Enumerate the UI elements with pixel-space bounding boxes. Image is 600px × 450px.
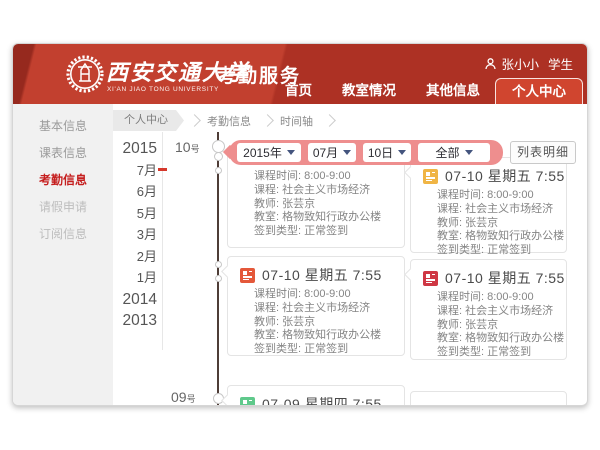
timeline-month-5月[interactable]: 5月	[113, 203, 161, 225]
card-field-签到类型: 签到类型: 正常签到	[437, 346, 566, 360]
timeline-year-2013[interactable]: 2013	[113, 310, 161, 332]
breadcrumb-chevron-icon	[261, 114, 274, 127]
page-background: 西安交通大学 XI'AN JIAO TONG UNIVERSITY 考勤服务 张…	[0, 0, 600, 450]
card-field-教室: 教室: 格物致知行政办公楼	[437, 230, 566, 244]
timeline-month-6月[interactable]: 6月	[113, 181, 161, 203]
card-field-课程: 课程: 社会主义市场经济	[437, 203, 566, 217]
timeline-node-icon	[215, 167, 222, 174]
main-nav: 首页教室情况其他信息个人中心	[270, 77, 583, 104]
card-field-教师: 教师: 张芸京	[254, 198, 404, 212]
timeline-node-icon	[215, 275, 222, 282]
timeline-year-2015[interactable]: 2015	[113, 138, 161, 160]
card-fields: 课程时间: 8:00-9:00课程: 社会主义市场经济教师: 张芸京教室: 格物…	[411, 291, 566, 360]
card-field-课程时间: 课程时间: 8:00-9:00	[437, 291, 566, 305]
current-month-indicator	[158, 168, 167, 171]
breadcrumb-chevron-icon	[323, 114, 336, 127]
university-logo-icon	[66, 55, 104, 93]
timeline-node-icon	[214, 152, 223, 161]
list-detail-button[interactable]: 列表明细	[510, 141, 576, 164]
signin-type-icon	[423, 271, 438, 286]
user-menu[interactable]: 张小小 学生	[485, 54, 573, 73]
card-date: 07-10 星期五 7:55	[262, 265, 382, 285]
sidebar-item-请假申请[interactable]: 请假申请	[13, 194, 113, 221]
card-field-教师: 教师: 张芸京	[437, 319, 566, 333]
sidebar-items: 基本信息课表信息考勤信息请假申请订阅信息	[13, 104, 113, 248]
attendance-card: 07-10 星期五 7:55 课程时间: 8:00-9:00课程: 社会主义市场经…	[227, 256, 405, 356]
sidebar-item-考勤信息[interactable]: 考勤信息	[13, 167, 113, 194]
sidebar-item-课表信息[interactable]: 课表信息	[13, 140, 113, 167]
breadcrumb: 个人中心 考勤信息 时间轴	[113, 110, 336, 131]
nav-item-其他信息[interactable]: 其他信息	[411, 78, 495, 104]
timeline-month-1月[interactable]: 1月	[113, 267, 161, 289]
card-fields: 课程时间: 8:00-9:00课程: 社会主义市场经济教师: 张芸京教室: 格物…	[411, 189, 566, 258]
card-field-签到类型: 签到类型: 正常签到	[254, 343, 404, 357]
day-marker-10: 10号	[175, 139, 200, 155]
attendance-card: 07-10 星期五 7:55 课程时间: 8:00-9:00课程: 社会主义市场经…	[410, 157, 567, 253]
university-name-en: XI'AN JIAO TONG UNIVERSITY	[107, 86, 219, 93]
chevron-down-icon	[465, 150, 473, 155]
card-header: 07-10 星期五 7:55	[411, 260, 566, 291]
app-header: 西安交通大学 XI'AN JIAO TONG UNIVERSITY 考勤服务 张…	[13, 44, 588, 104]
app-window: 西安交通大学 XI'AN JIAO TONG UNIVERSITY 考勤服务 张…	[12, 43, 588, 406]
timeline-node-icon	[215, 261, 222, 268]
timeline-month-3月[interactable]: 3月	[113, 224, 161, 246]
card-date: 07-09 星期四 7:55	[262, 394, 382, 406]
user-name: 张小小	[501, 54, 539, 73]
nav-item-教室情况[interactable]: 教室情况	[327, 78, 411, 104]
attendance-card	[410, 391, 567, 406]
card-field-课程时间: 课程时间: 8:00-9:00	[254, 170, 404, 184]
day-marker-09: 09号	[171, 389, 196, 405]
card-field-教室: 教室: 格物致知行政办公楼	[437, 332, 566, 346]
card-field-课程时间: 课程时间: 8:00-9:00	[437, 189, 566, 203]
card-field-教室: 教室: 格物致知行政办公楼	[254, 211, 404, 225]
filter-dropdown-year[interactable]: 2015年	[237, 143, 301, 162]
card-field-课程: 课程: 社会主义市场经济	[437, 305, 566, 319]
person-icon	[485, 58, 496, 70]
card-date: 07-10 星期五 7:55	[445, 268, 565, 288]
card-field-教师: 教师: 张芸京	[254, 316, 404, 330]
filter-dropdown-type[interactable]: 全部	[418, 143, 490, 162]
nav-item-首页[interactable]: 首页	[270, 78, 327, 104]
card-field-课程: 课程: 社会主义市场经济	[254, 302, 404, 316]
chevron-down-icon	[287, 150, 295, 155]
signin-type-icon	[240, 397, 255, 407]
chevron-down-icon	[343, 150, 351, 155]
timeline-month-scale: 20157月6月5月3月2月1月20142013	[113, 138, 161, 332]
timeline-year-2014[interactable]: 2014	[113, 289, 161, 311]
filter-dropdown-day[interactable]: 10日	[363, 143, 411, 162]
sidebar-item-订阅信息[interactable]: 订阅信息	[13, 221, 113, 248]
filter-bar: 2015年 07月 10日全部	[229, 140, 503, 165]
user-role: 学生	[548, 54, 573, 73]
card-date: 07-10 星期五 7:55	[445, 166, 565, 186]
attendance-card: 07-10 星期五 7:55 课程时间: 8:00-9:00课程: 社会主义市场经…	[410, 259, 567, 360]
card-header: 07-10 星期五 7:55	[228, 257, 404, 288]
card-header: 07-09 星期四 7:55	[228, 386, 404, 406]
timeline-month-2月[interactable]: 2月	[113, 246, 161, 268]
card-field-教室: 教室: 格物致知行政办公楼	[254, 329, 404, 343]
sidebar-item-基本信息[interactable]: 基本信息	[13, 113, 113, 140]
card-field-签到类型: 签到类型: 正常签到	[254, 225, 404, 239]
sidebar: 基本信息课表信息考勤信息请假申请订阅信息	[13, 104, 113, 406]
filter-dropdown-month[interactable]: 07月	[308, 143, 356, 162]
card-field-签到类型: 签到类型: 正常签到	[437, 244, 566, 258]
card-fields: 课程时间: 8:00-9:00课程: 社会主义市场经济教师: 张芸京教室: 格物…	[228, 288, 404, 357]
attendance-card: 07-09 星期四 7:55课程时间: 8:00-9:00课程: 社会主义市场经…	[227, 385, 405, 406]
timeline-month-7月[interactable]: 7月	[113, 160, 161, 182]
breadcrumb-chevron-icon	[188, 114, 201, 127]
card-field-课程时间: 课程时间: 8:00-9:00	[254, 288, 404, 302]
breadcrumb-item-考勤信息[interactable]: 考勤信息	[201, 113, 257, 129]
breadcrumb-item-个人中心[interactable]: 个人中心	[113, 110, 184, 131]
chevron-down-icon	[398, 150, 406, 155]
nav-item-个人中心[interactable]: 个人中心	[495, 78, 583, 104]
signin-type-icon	[423, 169, 438, 184]
signin-type-icon	[240, 268, 255, 283]
scale-divider	[162, 132, 163, 350]
card-field-课程: 课程: 社会主义市场经济	[254, 184, 404, 198]
breadcrumb-item-时间轴[interactable]: 时间轴	[274, 113, 319, 129]
card-field-教师: 教师: 张芸京	[437, 217, 566, 231]
